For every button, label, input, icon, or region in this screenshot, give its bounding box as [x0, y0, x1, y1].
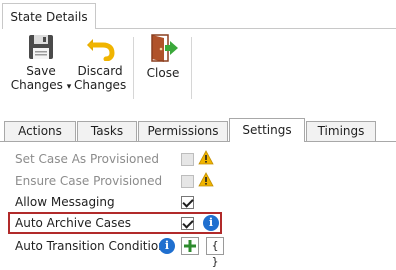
- close-label: Close: [146, 66, 180, 80]
- plus-icon: [184, 240, 196, 252]
- discard-label-line1: Discard: [77, 64, 123, 78]
- save-changes-button[interactable]: Save Changes ▾: [10, 33, 72, 99]
- tab-timings[interactable]: Timings: [306, 121, 376, 141]
- warning-icon: [198, 150, 214, 165]
- edit-conditions-button[interactable]: { }: [206, 237, 224, 268]
- warning-icon: [198, 172, 214, 187]
- active-tab-gap: [230, 141, 304, 142]
- tab-baseline: [0, 141, 396, 142]
- tab-actions[interactable]: Actions: [4, 121, 76, 141]
- setting-label-auto-archive-cases: Auto Archive Cases: [15, 216, 132, 230]
- setting-label-allow-messaging: Allow Messaging: [15, 195, 115, 209]
- save-label-line1: Save: [26, 64, 56, 78]
- tab-permissions[interactable]: Permissions: [138, 121, 228, 141]
- setting-label-set-case-provisioned: Set Case As Provisioned: [15, 152, 159, 166]
- floppy-disk-icon: [29, 35, 53, 59]
- tab-tasks[interactable]: Tasks: [77, 121, 137, 141]
- tab-settings[interactable]: Settings: [229, 118, 305, 142]
- ribbon-separator: [133, 37, 134, 99]
- setting-label-ensure-case-provisioned: Ensure Case Provisioned: [15, 174, 163, 188]
- ribbon-tab-state-details[interactable]: State Details: [2, 3, 96, 29]
- braces-icon: { }: [211, 239, 219, 268]
- dropdown-arrow-icon[interactable]: ▾: [67, 82, 72, 92]
- ribbon-separator: [191, 37, 192, 99]
- undo-arrow-icon: [87, 39, 115, 61]
- ensure-case-provisioned-checkbox[interactable]: [181, 175, 194, 188]
- exit-door-icon: [151, 34, 178, 62]
- allow-messaging-checkbox[interactable]: [181, 196, 194, 209]
- auto-archive-cases-checkbox[interactable]: [181, 217, 194, 230]
- close-button[interactable]: Close: [140, 33, 186, 99]
- discard-label-line2: Changes: [74, 78, 127, 92]
- info-icon[interactable]: i: [159, 238, 175, 254]
- ribbon-panel: Save Changes ▾ Discard Changes Close: [0, 29, 396, 119]
- add-condition-button[interactable]: [181, 237, 199, 255]
- save-label-text: Changes: [10, 78, 63, 92]
- set-case-provisioned-checkbox[interactable]: [181, 153, 194, 166]
- info-icon[interactable]: i: [203, 215, 219, 231]
- save-label-line2: Changes ▾: [10, 78, 72, 94]
- setting-label-auto-transition-conditions: Auto Transition Conditions: [15, 239, 173, 253]
- discard-changes-button[interactable]: Discard Changes: [74, 33, 126, 99]
